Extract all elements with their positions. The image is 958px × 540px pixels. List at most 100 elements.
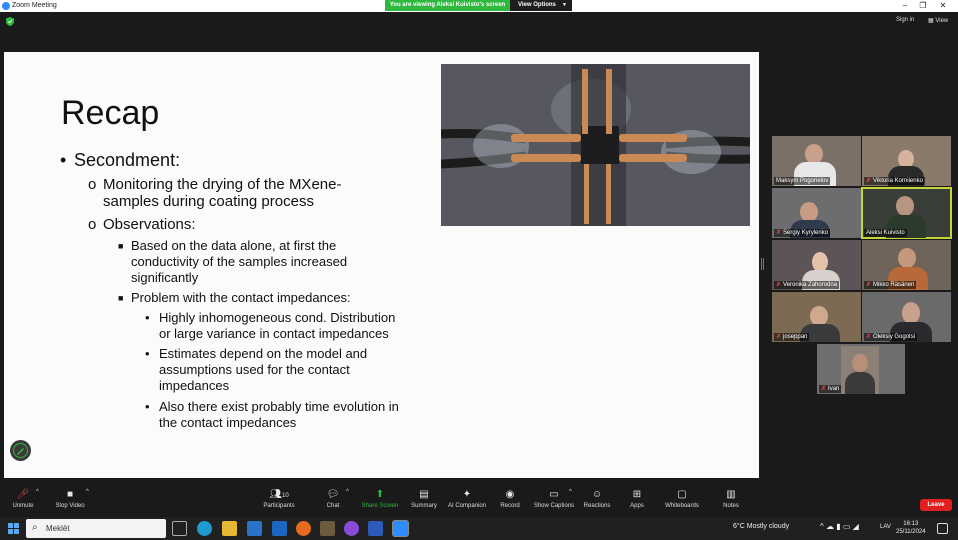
cloud-icon: ☁︎ <box>826 522 834 531</box>
chrome-icon[interactable] <box>320 521 335 536</box>
shared-screen-slide: Recap • Secondment: o Monitoring the dry… <box>4 52 759 478</box>
notes-button[interactable]: ▥ Notes <box>718 489 744 509</box>
participant-name: Viktoria Korniienko <box>873 178 923 184</box>
bullet-square-icon: ■ <box>118 241 124 251</box>
bullet-inhomogeneous-cont: or large variance in contact impedances <box>159 326 389 341</box>
share-screen-button[interactable]: ⬆︎ Share Screen <box>360 489 400 509</box>
app-title: Zoom Meeting <box>12 2 57 9</box>
notes-icon: ▥ <box>726 489 736 500</box>
file-explorer-icon[interactable] <box>222 521 237 536</box>
bullet-secondment: • Secondment: <box>60 150 181 170</box>
participant-tile[interactable]: ✗ Oleksiy Gogotsi <box>862 292 951 342</box>
muted-mic-icon: ✗ <box>866 334 872 340</box>
chevron-up-icon: ^ <box>820 522 824 531</box>
shield-icon[interactable] <box>6 17 14 26</box>
chat-options-caret[interactable]: ^ <box>346 489 349 495</box>
system-tray-icons[interactable]: ^ ☁︎ ▮ ▭ ◢ <box>820 522 859 531</box>
microphone-muted-icon: 🎤︎ <box>16 489 30 500</box>
participants-icon: 👥︎10 <box>269 489 289 500</box>
word-icon[interactable] <box>368 521 383 536</box>
muted-mic-icon: ✗ <box>776 282 782 288</box>
share-banner: You are viewing Aleksi Kuivisto's screen <box>385 0 510 11</box>
bullet-inhomogeneous: • Highly inhomogeneous cond. Distributio… <box>145 310 396 325</box>
leave-button[interactable]: Leave <box>920 499 952 511</box>
taskbar-search-box[interactable]: ⌕ Meklēt <box>26 519 166 538</box>
record-icon: ◉ <box>505 489 515 500</box>
sign-in-link[interactable]: Sign in <box>896 17 914 23</box>
participant-tile[interactable]: ✗ Veronika Zahorodna <box>772 240 861 290</box>
bullet-estimates-cont2: impedances <box>159 378 230 393</box>
close-button[interactable]: ✕ <box>936 0 950 11</box>
chat-bubble-icon: 💬︎ <box>326 489 340 500</box>
maximize-button[interactable]: ❐ <box>916 0 930 11</box>
bullet-circle-icon: o <box>88 176 97 193</box>
summary-button[interactable]: ▤ Summary <box>408 489 440 509</box>
network-icon: ▭ <box>842 522 851 531</box>
bullet-dot-icon: • <box>60 150 67 170</box>
annotate-pen-button[interactable] <box>10 440 31 461</box>
record-button[interactable]: ◉ Record <box>497 489 523 509</box>
video-camera-icon: ■ <box>66 489 74 500</box>
sample-photo <box>441 64 750 226</box>
zoom-taskbar-icon[interactable] <box>392 520 409 537</box>
chat-button[interactable]: 💬︎ Chat <box>320 489 346 509</box>
taskbar-clock[interactable]: 16:13 25/11/2024 <box>896 520 926 536</box>
participant-name: Ivan <box>828 386 840 392</box>
edge-browser-icon[interactable] <box>197 521 212 536</box>
participant-tile[interactable]: ✗ Ivan <box>817 344 905 394</box>
panel-resize-handle[interactable] <box>761 258 764 270</box>
participant-tile[interactable]: ✗ Viktoria Korniienko <box>862 136 951 186</box>
bullet-estimates-cont1: assumptions used for the contact <box>159 362 350 377</box>
participant-name: joseppan <box>783 334 808 340</box>
captions-options-caret[interactable]: ^ <box>569 489 572 495</box>
reactions-button[interactable]: ☺ Reactions <box>582 489 612 509</box>
microphone-icon: ▮ <box>836 522 841 531</box>
mail-icon[interactable] <box>272 521 287 536</box>
zoom-logo-icon <box>2 2 10 10</box>
participant-tile[interactable]: ✗ joseppan <box>772 292 861 342</box>
store-icon[interactable] <box>247 521 262 536</box>
participant-name: Veronika Zahorodna <box>783 282 838 288</box>
bullet-time-evolution-cont: the contact impedances <box>159 415 297 430</box>
window-title-bar: Zoom Meeting You are viewing Aleksi Kuiv… <box>0 0 958 12</box>
bullet-time-evolution: • Also there exist probably time evoluti… <box>145 399 399 414</box>
viber-icon[interactable] <box>344 521 359 536</box>
bullet-dot-icon: • <box>145 346 150 361</box>
apps-icon: ⊞ <box>632 489 642 500</box>
whiteboards-button[interactable]: ▢ Whiteboards <box>662 489 702 509</box>
minimize-button[interactable]: – <box>898 0 912 11</box>
bullet-dot-icon: • <box>145 399 150 414</box>
view-options-label: View Options <box>518 2 556 8</box>
view-button[interactable]: ▦ View <box>928 17 948 24</box>
windows-taskbar: ⌕ Meklēt 6°C Mostly cloudy ^ ☁︎ ▮ ▭ ◢ LA… <box>0 517 958 540</box>
view-options-button[interactable]: View Options ▼ <box>510 0 572 11</box>
participant-tile[interactable]: ✗ Sergiy Kyrylenko <box>772 188 861 238</box>
firefox-icon[interactable] <box>296 521 311 536</box>
ai-companion-button[interactable]: ✦ AI Companion <box>446 489 488 509</box>
participants-button[interactable]: 👥︎10 Participants <box>259 489 299 509</box>
video-options-caret[interactable]: ^ <box>86 489 89 495</box>
stop-video-button[interactable]: ■ Stop Video <box>52 489 88 509</box>
audio-options-caret[interactable]: ^ <box>36 489 39 495</box>
task-view-icon[interactable] <box>172 521 187 536</box>
windows-start-icon[interactable] <box>8 523 19 534</box>
muted-mic-icon: ✗ <box>821 386 827 392</box>
notifications-icon[interactable] <box>937 523 948 534</box>
unmute-button[interactable]: 🎤︎ Unmute <box>8 489 38 509</box>
participant-tile-active-speaker[interactable]: Aleksi Kuivisto <box>861 187 952 239</box>
keyboard-language[interactable]: LAV <box>880 524 891 530</box>
bullet-circle-icon: o <box>88 216 97 233</box>
pen-icon <box>13 443 28 458</box>
weather-widget[interactable]: 6°C Mostly cloudy <box>733 523 789 530</box>
slide-title: Recap <box>61 94 160 132</box>
apps-button[interactable]: ⊞ Apps <box>625 489 649 509</box>
clock-time: 16:13 <box>903 521 919 527</box>
participant-tile[interactable]: ✗ Mikko Räsänen <box>862 240 951 290</box>
bullet-square-icon: ■ <box>118 293 124 303</box>
document-icon: ▤ <box>419 489 429 500</box>
participant-name: Mikko Räsänen <box>873 282 915 288</box>
participant-tile[interactable]: Maksym Pogorielov <box>772 136 861 186</box>
bullet-observations: o Observations: <box>88 216 196 233</box>
grid-icon: ▦ <box>928 18 934 24</box>
meeting-top-bar: Sign in ▦ View <box>0 12 958 52</box>
